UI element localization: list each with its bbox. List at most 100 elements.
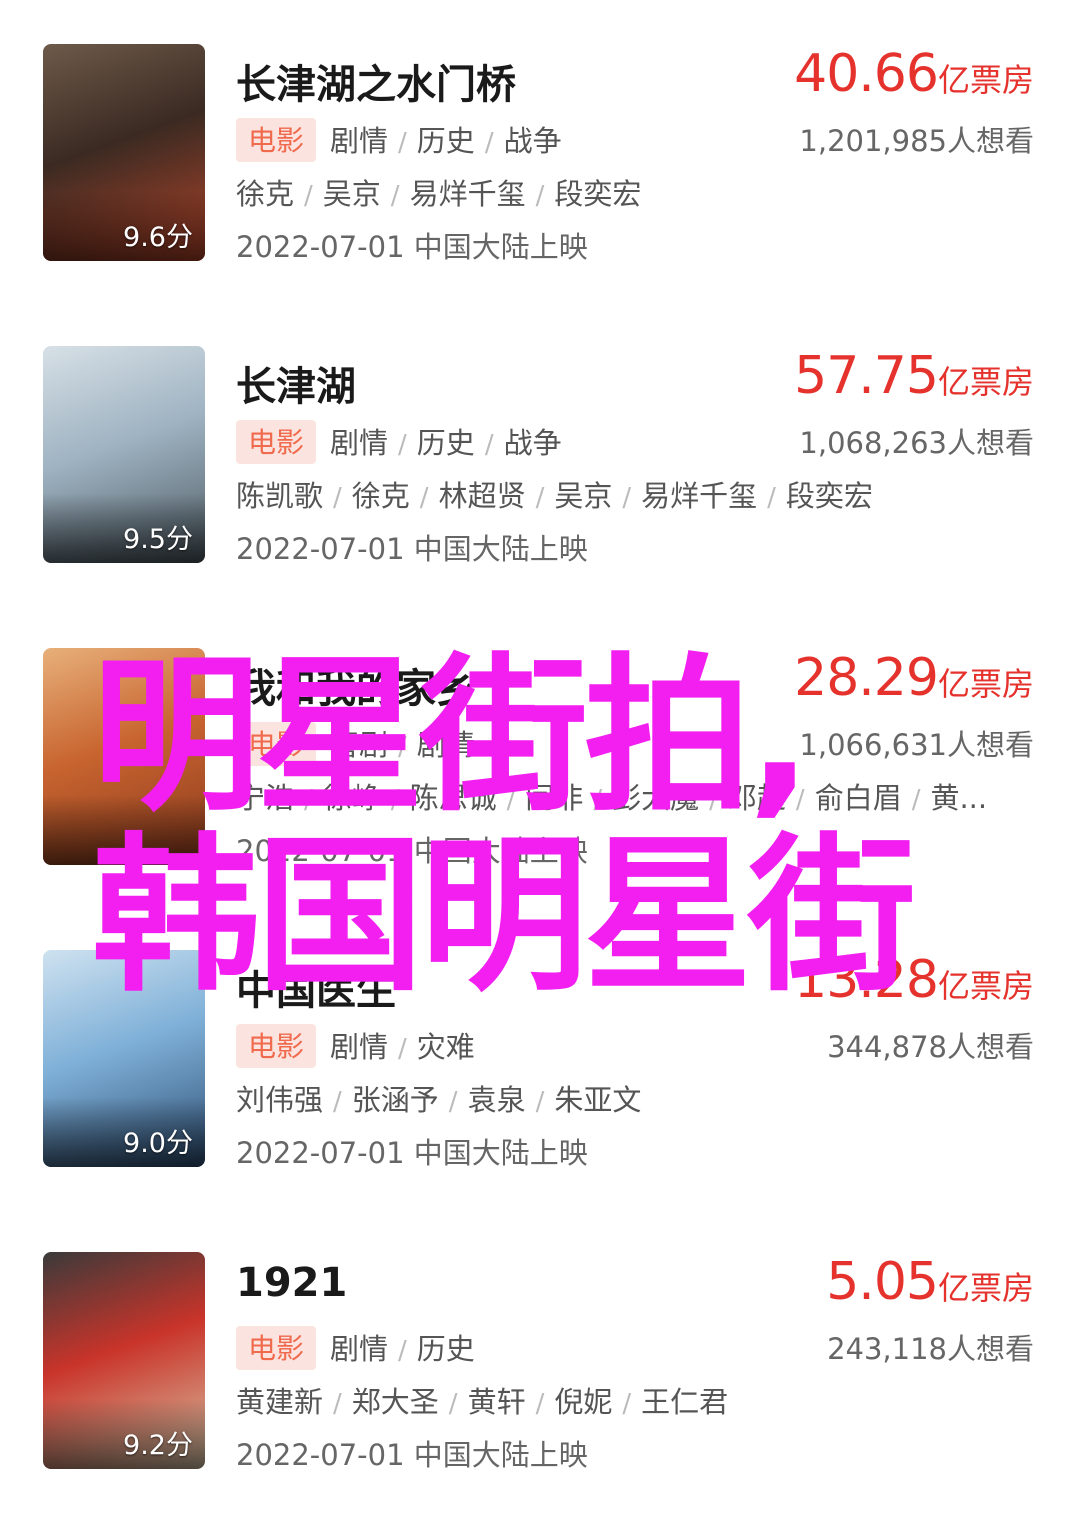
release-date: 2022-07-01 中国大陆上映	[236, 230, 588, 264]
cast-name: 林超贤	[438, 479, 526, 513]
cast-name: 易烊千玺	[409, 177, 526, 211]
genre-label: 剧情	[330, 124, 389, 158]
box-office-value: 40.66	[794, 44, 939, 104]
box-office-value: 5.05	[826, 1252, 939, 1312]
genre-row: 电影 剧情 / 灾难	[236, 1024, 475, 1068]
rating-score: 9.0分	[123, 1128, 193, 1159]
release-date: 2022-07-01 中国大陆上映	[236, 1438, 588, 1472]
separator: /	[398, 128, 407, 158]
box-office: 57.75亿票房	[794, 346, 1034, 406]
cast-row: 刘伟强 / 张涵予 / 袁泉 / 朱亚文	[236, 1077, 641, 1119]
cast-name: 段奕宏	[785, 479, 873, 513]
separator: /	[419, 483, 429, 513]
genre-label: 战争	[503, 426, 562, 460]
box-office: 5.05亿票房	[826, 1252, 1034, 1312]
type-badge: 电影	[236, 1024, 317, 1068]
genre-label: 剧情	[330, 426, 389, 460]
cast-name: 徐克	[236, 177, 295, 211]
box-office-value: 57.75	[794, 346, 939, 406]
genre-row: 电影 剧情 / 历史 / 战争	[236, 118, 562, 162]
type-badge: 电影	[236, 1326, 317, 1370]
separator: /	[333, 483, 342, 513]
rating-score: 9.5分	[123, 524, 193, 555]
cast-name: 黄建新	[236, 1385, 324, 1419]
separator: /	[911, 785, 921, 815]
cast-name: 张涵予	[351, 1083, 439, 1117]
want-to-see-count: 1,201,985人想看	[799, 124, 1034, 158]
separator: /	[390, 181, 400, 211]
cast-name: 黄轩	[467, 1385, 526, 1419]
overlay-text-line-2: 韩国明星街	[92, 818, 916, 1014]
separator: /	[484, 128, 494, 158]
cast-name: 易烊千玺	[641, 479, 758, 513]
box-office-unit: 亿票房	[937, 363, 1034, 401]
cast-name: 吴京	[554, 479, 613, 513]
cast-name: 吴京	[322, 177, 381, 211]
cast-name: 刘伟强	[236, 1083, 324, 1117]
genre-label: 灾难	[416, 1030, 475, 1064]
separator: /	[398, 430, 407, 460]
separator: /	[398, 1336, 407, 1366]
separator: /	[304, 181, 313, 211]
want-to-see-count: 1,068,263人想看	[799, 426, 1034, 460]
separator: /	[333, 1087, 342, 1117]
cast-name: 徐克	[351, 479, 410, 513]
cast-name: 郑大圣	[351, 1385, 439, 1419]
separator: /	[535, 483, 545, 513]
separator: /	[448, 1389, 458, 1419]
box-office-unit: 亿票房	[937, 967, 1034, 1005]
separator: /	[535, 1389, 545, 1419]
separator: /	[333, 1389, 342, 1419]
genre-label: 历史	[416, 124, 475, 158]
separator: /	[622, 1389, 632, 1419]
movie-title[interactable]: 长津湖之水门桥	[236, 52, 516, 110]
genre-row: 电影 剧情 / 历史	[236, 1326, 475, 1370]
box-office: 28.29亿票房	[794, 648, 1034, 708]
release-date: 2022-07-01 中国大陆上映	[236, 532, 588, 566]
box-office-unit: 亿票房	[937, 665, 1034, 703]
rating-score: 9.2分	[123, 1430, 193, 1461]
movie-list-item[interactable]: 9.5分 长津湖电影 剧情 / 历史 / 战争陈凯歌 / 徐克 / 林超贤 / 吴京 / 易烊千玺 / 段奕宏 2…	[0, 302, 1080, 566]
want-to-see-count: 1,066,631人想看	[799, 728, 1034, 762]
movie-title[interactable]: 长津湖	[236, 354, 356, 412]
cast-row: 陈凯歌 / 徐克 / 林超贤 / 吴京 / 易烊千玺 / 段奕宏	[236, 473, 873, 515]
genre-label: 剧情	[330, 1030, 389, 1064]
box-office-value: 28.29	[794, 648, 939, 708]
movie-title[interactable]: 1921	[236, 1260, 347, 1306]
genre-label: 历史	[416, 1332, 475, 1366]
cast-name: 袁泉	[467, 1083, 526, 1117]
type-badge: 电影	[236, 420, 317, 464]
cast-name: 朱亚文	[554, 1083, 642, 1117]
movie-poster[interactable]: 9.2分	[43, 1252, 205, 1469]
separator: /	[535, 181, 545, 211]
genre-label: 剧情	[330, 1332, 389, 1366]
genre-label: 战争	[503, 124, 562, 158]
genre-label: 历史	[416, 426, 475, 460]
cast-name: 黄...	[930, 781, 988, 815]
separator: /	[398, 1034, 407, 1064]
box-office-unit: 亿票房	[937, 61, 1034, 99]
cast-row: 黄建新 / 郑大圣 / 黄轩 / 倪妮 / 王仁君	[236, 1379, 728, 1421]
movie-list-item[interactable]: 9.6分 长津湖之水门桥 电影 剧情 / 历史 / 战争 徐克 / 吴京 / 易烊千玺 / 段奕宏 2022-…	[0, 0, 1080, 264]
movie-poster[interactable]: 9.5分	[43, 346, 205, 563]
movie-list-item[interactable]: 9.2分 1921 电影 剧情 / 历史黄建新 / 郑大圣 / 黄轩 / 倪妮 / 王仁君 2022-07-…	[0, 1208, 1080, 1472]
release-date: 2022-07-01 中国大陆上映	[236, 1136, 588, 1170]
cast-name: 段奕宏	[554, 177, 642, 211]
box-office-unit: 亿票房	[937, 1269, 1034, 1307]
cast-row: 徐克 / 吴京 / 易烊千玺 / 段奕宏	[236, 171, 641, 213]
box-office: 40.66亿票房	[794, 44, 1034, 104]
want-to-see-count: 243,118人想看	[827, 1332, 1034, 1366]
separator: /	[535, 1087, 545, 1117]
separator: /	[448, 1087, 458, 1117]
want-to-see-count: 344,878人想看	[827, 1030, 1034, 1064]
cast-name: 王仁君	[641, 1385, 729, 1419]
separator: /	[767, 483, 776, 513]
genre-row: 电影 剧情 / 历史 / 战争	[236, 420, 562, 464]
type-badge: 电影	[236, 118, 317, 162]
cast-name: 倪妮	[554, 1385, 613, 1419]
separator: /	[484, 430, 494, 460]
separator: /	[622, 483, 632, 513]
movie-poster[interactable]: 9.6分	[43, 44, 205, 261]
rating-score: 9.6分	[123, 222, 193, 253]
cast-name: 陈凯歌	[236, 479, 324, 513]
